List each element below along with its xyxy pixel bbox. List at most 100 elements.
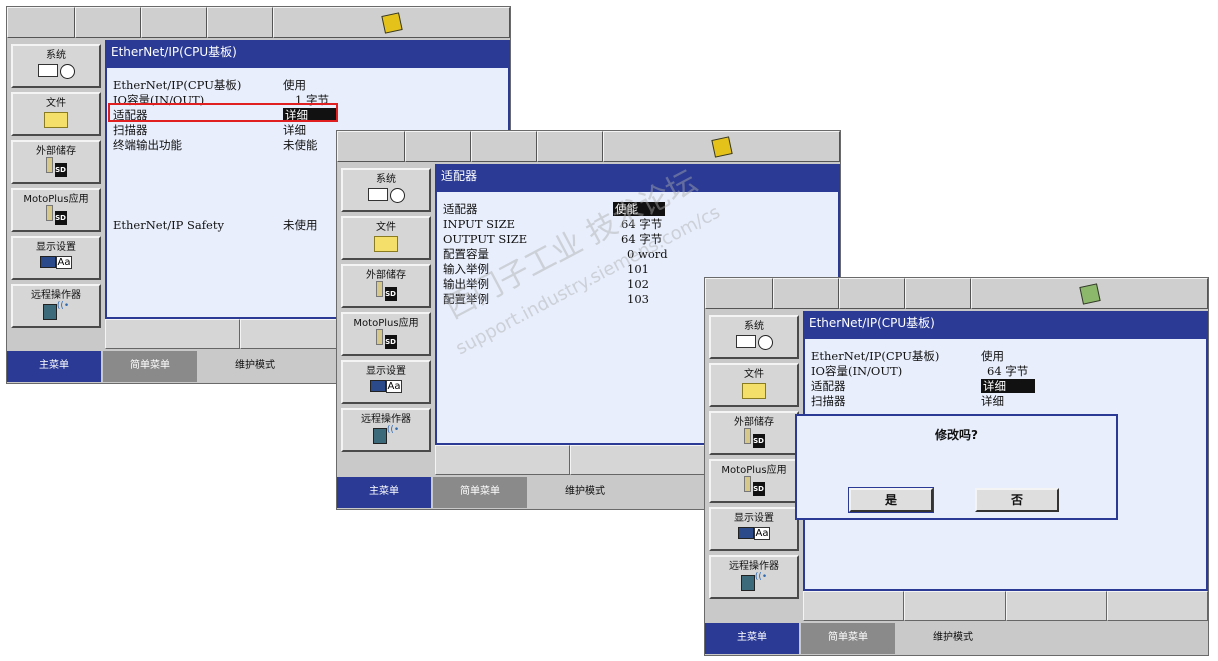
sidebar-item-label: 系统 [46,50,66,61]
top-tab-2[interactable] [75,7,141,38]
top-tab-1[interactable] [705,278,773,309]
top-tab-bar [7,7,510,40]
top-tab-1[interactable] [337,131,405,162]
confirm-dialog: 修改吗? 是 否 [795,414,1118,520]
sidebar-item-label: 远程操作器 [729,561,779,572]
row-value[interactable]: 102 [627,277,649,291]
display-icon [369,380,386,392]
main-menu-button[interactable]: 主菜单 [337,477,431,508]
font-icon: Aa [55,256,73,269]
sidebar-item-display-settings[interactable]: 显示设置 Aa [709,507,799,551]
row-value[interactable]: 详细 [283,123,306,137]
simple-menu-button[interactable]: 简单菜单 [801,623,895,654]
card-slot-icon [743,428,751,444]
row-label: 终端输出功能 [113,138,182,152]
row-label: EtherNet/IP(CPU基板) [113,78,242,92]
adapter-detail-selected[interactable]: 详细 [981,379,1035,393]
row-value[interactable]: 103 [627,292,649,306]
function-key-3[interactable] [1005,591,1107,621]
row-value[interactable]: 64 字节 [987,364,1028,378]
sidebar-item-label: 远程操作器 [31,290,81,301]
sidebar-item-remote-pendant[interactable]: 远程操作器 ((• [341,408,431,452]
sidebar-item-motoplus[interactable]: MotoPlus应用 SD [11,188,101,232]
top-tab-2[interactable] [773,278,839,309]
yaskawa-status-icon [710,135,733,158]
top-tab-1[interactable] [7,7,75,38]
sidebar-item-remote-pendant[interactable]: 远程操作器 ((• [709,555,799,599]
sidebar-item-label: 文件 [376,222,396,233]
card-slot-icon [45,157,53,173]
sidebar: 系统 文件 外部储存 SD MotoPlus应用 SD 显示设置 Aa 远程操作器((… [7,40,105,349]
row-value[interactable]: 详细 [981,394,1004,408]
top-tab-4[interactable] [905,278,971,309]
clock-icon [389,188,405,203]
function-key-4[interactable] [1106,591,1208,621]
folder-icon [44,112,68,128]
row-label: EtherNet/IP Safety [113,218,224,232]
sidebar-item-display-settings[interactable]: 显示设置 Aa [341,360,431,404]
simple-menu-button[interactable]: 简单菜单 [433,477,527,508]
main-menu-button[interactable]: 主菜单 [7,351,101,382]
sidebar-item-system[interactable]: 系统 [341,168,431,212]
sidebar-item-motoplus[interactable]: MotoPlus应用 SD [709,459,799,503]
sidebar-item-external-storage[interactable]: 外部储存 SD [341,264,431,308]
row-label: EtherNet/IP(CPU基板) [811,349,940,363]
sidebar-item-label: MotoPlus应用 [353,318,419,329]
pendant-icon [42,304,57,320]
sd-card-icon: SD [752,482,765,496]
wireless-icon: ((• [386,425,400,435]
sidebar-item-display-settings[interactable]: 显示设置 Aa [11,236,101,280]
sidebar-item-file[interactable]: 文件 [11,92,101,136]
sd-card-icon: SD [384,335,397,349]
clock-icon [757,335,773,350]
sidebar-item-remote-pendant[interactable]: 远程操作器 ((• [11,284,101,328]
row-label: INPUT SIZE [443,217,515,231]
yes-button[interactable]: 是 [848,487,934,513]
top-tab-status[interactable] [971,278,1208,309]
sidebar-item-file[interactable]: 文件 [709,363,799,407]
no-button[interactable]: 否 [975,488,1059,512]
function-key-1[interactable] [105,319,240,349]
display-icon [39,256,56,268]
main-menu-button[interactable]: 主菜单 [705,623,799,654]
row-value[interactable]: 未使能 [283,138,318,152]
top-tab-status[interactable] [603,131,840,162]
function-key-2[interactable] [904,591,1006,621]
sidebar-item-external-storage[interactable]: 外部储存 SD [11,140,101,184]
sidebar-item-file[interactable]: 文件 [341,216,431,260]
maintenance-mode-button[interactable]: 维护模式 [529,477,659,508]
sidebar-item-label: 文件 [46,98,66,109]
top-tab-3[interactable] [471,131,537,162]
row-label: 适配器 [811,379,846,393]
row-value[interactable]: 使用 [981,349,1004,363]
folder-icon [374,236,398,252]
top-tab-status[interactable] [273,7,510,38]
font-icon: Aa [753,527,771,540]
maintenance-mode-button[interactable]: 维护模式 [897,623,1027,654]
sidebar-item-motoplus[interactable]: MotoPlus应用 SD [341,312,431,356]
function-key-bar [803,591,1208,621]
top-tab-4[interactable] [207,7,273,38]
top-tab-3[interactable] [141,7,207,38]
top-tab-bar [337,131,840,164]
top-tab-3[interactable] [839,278,905,309]
maintenance-mode-button[interactable]: 维护模式 [199,351,329,382]
function-key-2[interactable] [570,445,705,475]
row-value[interactable]: 未使用 [283,218,318,232]
sidebar-item-label: 系统 [376,174,396,185]
sidebar-item-system[interactable]: 系统 [11,44,101,88]
function-key-1[interactable] [803,591,905,621]
sd-card-icon: SD [54,163,67,177]
top-tab-4[interactable] [537,131,603,162]
top-tab-2[interactable] [405,131,471,162]
sidebar-item-external-storage[interactable]: 外部储存 SD [709,411,799,455]
sidebar: 系统 文件 外部储存 SD MotoPlus应用 SD 显示设置 Aa 远程操作器((… [705,311,803,621]
row-value[interactable]: 使用 [283,78,306,92]
simple-menu-button[interactable]: 简单菜单 [103,351,197,382]
sidebar: 系统 文件 外部储存 SD MotoPlus应用 SD 显示设置 Aa 远程操作器((… [337,164,435,475]
top-tab-bar [705,278,1208,311]
sidebar-item-label: 文件 [744,369,764,380]
function-key-1[interactable] [435,445,570,475]
row-label: 配置容量 [443,247,489,261]
sidebar-item-system[interactable]: 系统 [709,315,799,359]
